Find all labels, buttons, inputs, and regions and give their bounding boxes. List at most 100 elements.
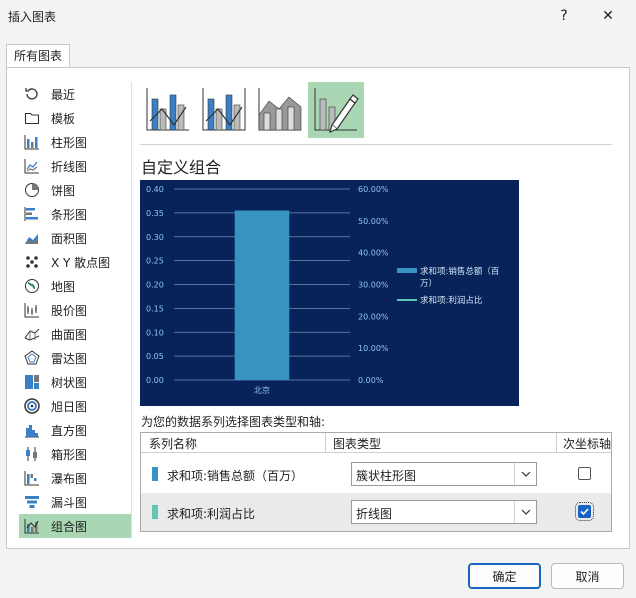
secondary-tick-label: 60.00% [358,185,389,194]
sidebar-item-map[interactable]: 地图 [19,274,131,298]
series-color-swatch [152,505,158,519]
preview-chart-svg: 0.00 0.05 0.10 0.15 0.20 0.25 0.30 0.35 0.40 0.00… [146,185,499,395]
section-title: 自定义组合 [141,158,222,177]
secondary-tick-label: 0.00% [358,376,384,385]
sidebar-item-label: 折线图 [51,159,88,174]
chevron-down-icon [514,501,536,523]
chevron-down-icon [514,463,536,485]
primary-tick-label: 0.35 [146,209,164,218]
map-chart-icon [23,277,41,295]
line-chart-icon [23,157,41,175]
sidebar-item-label: 地图 [51,279,76,294]
sidebar-item-label: 组合图 [51,519,88,534]
sidebar-item-label: 模板 [51,111,76,126]
sidebar-item-histogram[interactable]: 直方图 [19,418,131,442]
sidebar-item-scatter[interactable]: X Y 散点图 [19,250,131,274]
grid-header: 系列名称 图表类型 次坐标轴 [141,433,611,453]
column-header-chart-type: 图表类型 [333,437,382,451]
series-grid: 系列名称 图表类型 次坐标轴 求和项:销售总额（百万） 簇状柱形图 求和项:利润… [140,432,612,532]
series-row: 求和项:销售总额（百万） 簇状柱形图 [141,455,611,493]
subtype-clustered-column-line[interactable] [140,82,196,138]
sidebar-divider [131,82,132,538]
subtype-custom-combination[interactable] [308,82,364,138]
treemap-chart-icon [23,373,41,391]
secondary-tick-label: 30.00% [358,281,389,290]
primary-tick-label: 0.30 [146,233,164,242]
column-separator [556,433,557,453]
sidebar-item-label: 直方图 [51,423,88,438]
subtype-clustered-column-line-secondary[interactable] [196,82,252,138]
sidebar-item-waterfall[interactable]: 瀑布图 [19,466,131,490]
bar-chart-icon [23,205,41,223]
primary-tick-label: 0.00 [146,376,164,385]
sidebar-item-column[interactable]: 柱形图 [19,130,131,154]
sidebar-item-treemap[interactable]: 树状图 [19,370,131,394]
chart-preview: 0.00 0.05 0.10 0.15 0.20 0.25 0.30 0.35 0.40 0.00… [140,180,519,406]
sidebar-item-label: 雷达图 [51,351,88,366]
sidebar-item-label: 面积图 [51,231,88,246]
chart-picker-panel: 最近 模板 柱形图 折线图 饼图 条形图 面积图 X Y 散点图 地图 股价图 … [6,67,630,549]
sidebar-item-label: 瀑布图 [51,471,88,486]
chart-type-dropdown[interactable]: 簇状柱形图 [351,462,537,486]
help-button[interactable]: ? [542,2,586,30]
waterfall-chart-icon [23,469,41,487]
primary-tick-label: 0.40 [146,185,164,194]
sidebar-item-funnel[interactable]: 漏斗图 [19,490,131,514]
sidebar-item-templates[interactable]: 模板 [19,106,131,130]
sidebar-item-pie[interactable]: 饼图 [19,178,131,202]
column-header-series-name: 系列名称 [149,437,198,451]
series-color-swatch [152,467,158,481]
sidebar-item-surface[interactable]: 曲面图 [19,322,131,346]
series-name: 求和项:利润占比 [167,507,256,521]
stacked-area-column-icon [256,85,304,136]
series-assignment-label: 为您的数据系列选择图表类型和轴: [141,415,326,429]
close-icon: ✕ [602,8,614,24]
primary-tick-label: 0.15 [146,304,164,313]
sidebar-item-label: 箱形图 [51,447,88,462]
clustered-column-line-icon [144,85,192,136]
combo-chart-icon [23,517,41,535]
sidebar-item-area[interactable]: 面积图 [19,226,131,250]
sidebar-item-line[interactable]: 折线图 [19,154,131,178]
dialog-title: 插入图表 [8,10,57,24]
sidebar-item-recent[interactable]: 最近 [19,82,131,106]
tab-all-charts[interactable]: 所有图表 [6,44,71,68]
sidebar-item-label: X Y 散点图 [51,255,111,270]
area-chart-icon [23,229,41,247]
secondary-tick-label: 20.00% [358,312,389,321]
chart-type-dropdown[interactable]: 折线图 [351,500,537,524]
radar-chart-icon [23,349,41,367]
sidebar-item-combo[interactable]: 组合图 [19,514,131,538]
stock-chart-icon [23,301,41,319]
section-divider [140,144,612,145]
close-button[interactable]: ✕ [586,2,630,30]
secondary-axis-checkbox[interactable] [578,467,591,480]
sidebar-item-box-whisker[interactable]: 箱形图 [19,442,131,466]
secondary-tick-label: 10.00% [358,344,389,353]
sidebar-item-radar[interactable]: 雷达图 [19,346,131,370]
cancel-button[interactable]: 取消 [551,563,624,589]
secondary-axis-checkbox[interactable] [575,502,594,521]
chart-category-list: 最近 模板 柱形图 折线图 饼图 条形图 面积图 X Y 散点图 地图 股价图 … [19,82,131,538]
legend-label: 求和项:利润占比 [420,295,482,306]
sidebar-item-bar[interactable]: 条形图 [19,202,131,226]
checkmark-icon [580,508,589,516]
clustered-column-line-secondary-icon [200,85,248,136]
legend-swatch-bar [397,268,417,273]
sidebar-item-label: 曲面图 [51,327,88,342]
pie-chart-icon [23,181,41,199]
secondary-tick-label: 40.00% [358,249,389,258]
sidebar-item-label: 条形图 [51,207,88,222]
subtype-stacked-area-column[interactable] [252,82,308,138]
sidebar-item-label: 漏斗图 [51,495,88,510]
sidebar-item-label: 最近 [51,87,76,102]
sidebar-item-label: 饼图 [51,183,76,198]
sidebar-item-stock[interactable]: 股价图 [19,298,131,322]
sunburst-chart-icon [23,397,41,415]
histogram-chart-icon [23,421,41,439]
folder-icon [23,109,41,127]
ok-button[interactable]: 确定 [468,563,541,589]
bar [234,210,290,380]
chart-type-value: 簇状柱形图 [356,469,417,483]
sidebar-item-sunburst[interactable]: 旭日图 [19,394,131,418]
